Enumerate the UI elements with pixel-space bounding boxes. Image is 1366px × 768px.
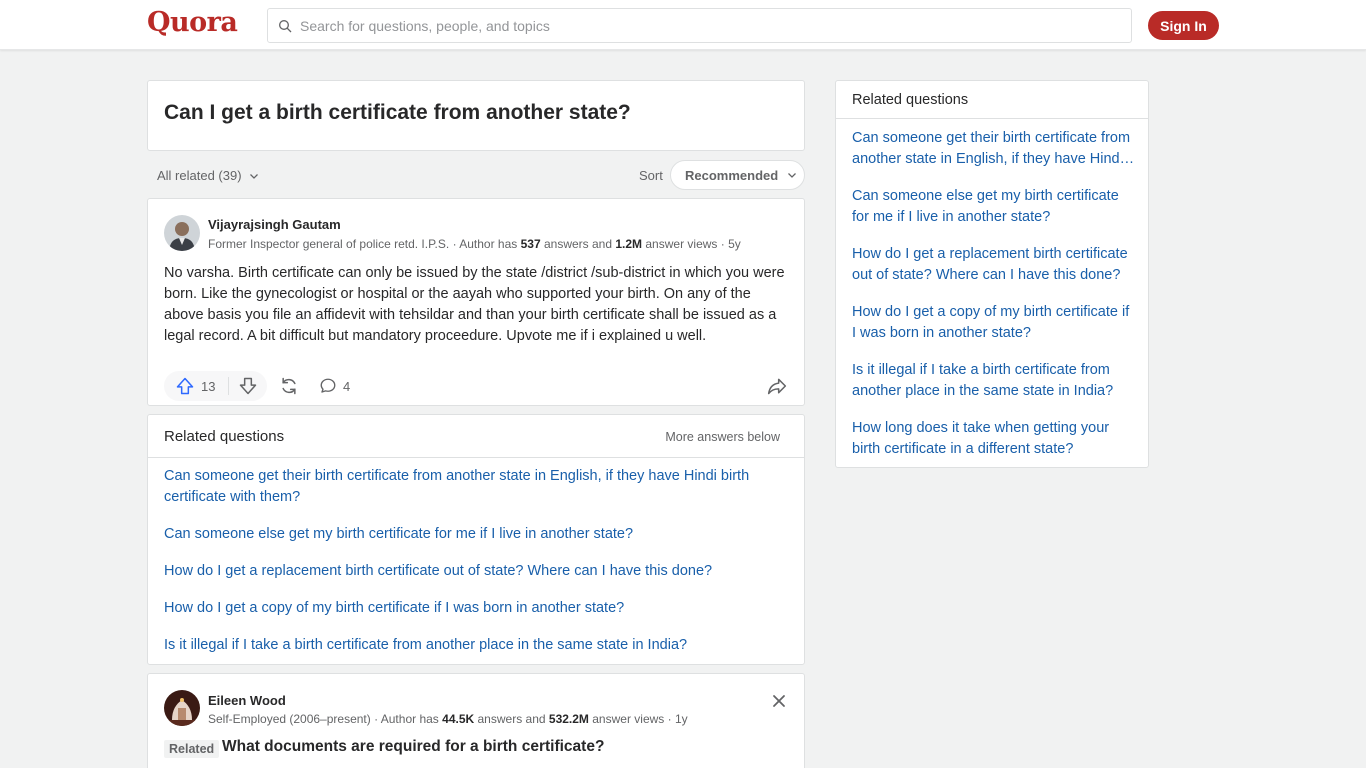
close-button[interactable] [770, 692, 788, 710]
sign-in-button[interactable]: Sign In [1148, 11, 1219, 40]
author-name[interactable]: Eileen Wood [208, 693, 286, 708]
quora-logo[interactable]: Quora [147, 7, 238, 38]
sidebar-question-link[interactable]: Is it illegal if I take a birth certific… [852, 360, 1136, 402]
close-icon [773, 695, 785, 707]
author-avatar-image [164, 215, 200, 251]
related-questions-title: Related questions [164, 428, 285, 445]
related-question-link[interactable]: Is it illegal if I take a birth certific… [164, 635, 789, 656]
comment-button[interactable]: 4 [319, 371, 350, 401]
author-credential: Former Inspector general of police retd.… [208, 237, 741, 251]
avatar[interactable] [164, 215, 200, 251]
author-name[interactable]: Vijayrajsingh Gautam [208, 217, 341, 232]
sidebar-question-link[interactable]: How long does it take when getting your … [852, 418, 1136, 460]
search-input[interactable] [300, 17, 1120, 34]
related-question-link[interactable]: How do I get a copy of my birth certific… [164, 598, 789, 619]
answer-filters: All related (39) Sort Recommended [147, 160, 805, 190]
related-tag: Related [164, 740, 220, 758]
reshare-icon [282, 377, 296, 395]
comment-icon [320, 378, 336, 393]
upvote-button[interactable]: 13 [164, 371, 228, 401]
avatar[interactable] [164, 690, 200, 726]
more-answers-below-label: More answers below [665, 430, 780, 444]
forward-share-button[interactable] [764, 373, 790, 399]
search-icon [279, 19, 292, 32]
all-related-label: All related (39) [157, 168, 242, 183]
sort-value: Recommended [685, 167, 779, 183]
share-arrow-icon [767, 378, 787, 395]
chevron-down-icon [249, 173, 258, 179]
sidebar-header: Related questions [836, 81, 1148, 119]
answer-actions: 13 4 [164, 371, 792, 401]
answer-body: No varsha. Birth certificate can only be… [164, 265, 785, 344]
sidebar-question-link[interactable]: How do I get a copy of my birth certific… [852, 302, 1136, 344]
upvote-count: 13 [201, 378, 216, 394]
sort-label: Sort [639, 168, 663, 183]
downvote-arrow-icon [239, 377, 257, 395]
sidebar-question-list: Can someone get their birth certificate … [852, 128, 1136, 476]
author-credential: Self-Employed (2006–present) · Author ha… [208, 712, 688, 726]
downvote-button[interactable] [229, 371, 267, 401]
related-questions-header: Related questions More answers below [148, 415, 804, 458]
top-navigation-bar: Quora Sign In [0, 0, 1366, 50]
related-questions-list: Can someone get their birth certificate … [164, 466, 789, 672]
upvote-arrow-icon [176, 377, 194, 395]
sidebar-title: Related questions [852, 92, 969, 108]
question-title: Can I get a birth certificate from anoth… [164, 101, 631, 124]
related-questions-feed: Related questions More answers below Can… [147, 414, 805, 665]
question-card: Can I get a birth certificate from anoth… [147, 80, 805, 151]
answer-card: Vijayrajsingh Gautam Former Inspector ge… [147, 198, 805, 406]
author-avatar-image [164, 690, 200, 726]
related-question-link[interactable]: Can someone else get my birth certificat… [164, 524, 789, 545]
related-question-link[interactable]: How do I get a replacement birth certifi… [164, 561, 789, 582]
search-box[interactable] [267, 8, 1132, 43]
all-related-dropdown[interactable]: All related (39) [157, 168, 260, 183]
related-answer-card: Eileen Wood Self-Employed (2006–present)… [147, 673, 805, 768]
vote-pill: 13 [164, 371, 267, 401]
sidebar-question-link[interactable]: How do I get a replacement birth certifi… [852, 244, 1136, 286]
related-question-title[interactable]: What documents are required for a birth … [222, 738, 604, 756]
sort-dropdown[interactable]: Recommended [670, 160, 805, 190]
sidebar-question-link[interactable]: Can someone else get my birth certificat… [852, 186, 1136, 228]
comment-count: 4 [343, 378, 351, 394]
share-button[interactable] [276, 373, 302, 399]
chevron-down-icon [788, 173, 797, 178]
related-questions-sidebar: Related questions Can someone get their … [835, 80, 1149, 468]
sidebar-question-link[interactable]: Can someone get their birth certificate … [852, 128, 1136, 170]
related-question-link[interactable]: Can someone get their birth certificate … [164, 466, 789, 508]
